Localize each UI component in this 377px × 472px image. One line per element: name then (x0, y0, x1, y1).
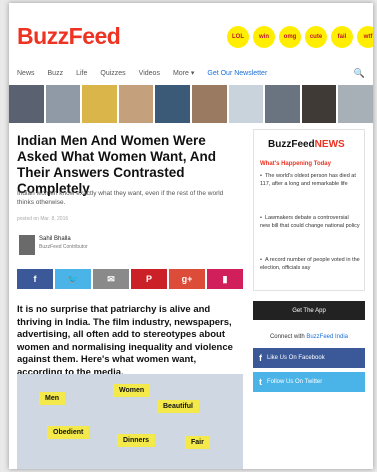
nav-quizzes[interactable]: Quizzes (100, 70, 125, 77)
reaction-badge[interactable]: win (253, 26, 275, 48)
reaction-badge[interactable]: omg (279, 26, 301, 48)
facebook-icon: f (259, 353, 262, 363)
pinterest-share-button[interactable]: P (131, 269, 167, 289)
email-share-button[interactable]: ✉ (93, 269, 129, 289)
author-role: BuzzFeed Contributor (39, 244, 88, 250)
photo-tag: Women (113, 384, 151, 397)
reaction-badges: LOLwinomgcutefailwtf✓ (227, 26, 373, 48)
photo-tag: Men (39, 392, 65, 405)
newsletter-link[interactable]: Get Our Newsletter (207, 70, 267, 77)
buzzfeed-news-logo[interactable]: BuzzFeedNEWS (268, 139, 345, 150)
trending-thumbnail-strip (9, 85, 373, 123)
share-bar: f 🐦 ✉ Pg+ ▮ (17, 269, 243, 289)
facebook-share-button[interactable]: f (17, 269, 53, 289)
post-date: posted on Mar. 8, 2016 (17, 216, 69, 222)
trending-thumbnail[interactable] (265, 85, 300, 123)
buzzfeed-logo[interactable]: BuzzFeed (17, 23, 121, 50)
reaction-badge[interactable]: cute (305, 26, 327, 48)
news-item[interactable]: Lawmakers debate a controversial new bil… (260, 215, 360, 230)
googleplus-share-button[interactable]: g+ (169, 269, 205, 289)
nav-videos[interactable]: Videos (139, 70, 160, 77)
news-box-label: What's Happening Today (260, 161, 331, 167)
trending-thumbnail[interactable] (9, 85, 44, 123)
facebook-button[interactable]: f Like Us On Facebook (253, 348, 365, 368)
nav-buzz[interactable]: Buzz (48, 70, 64, 77)
article-title: Indian Men And Women Were Asked What Wom… (17, 133, 216, 196)
connect-link[interactable]: BuzzFeed India (306, 334, 348, 340)
news-item[interactable]: A record number of people voted in the e… (260, 257, 360, 272)
reaction-badge[interactable]: LOL (227, 26, 249, 48)
photo-tag: Dinners (117, 434, 156, 447)
author-avatar[interactable] (19, 235, 35, 255)
trending-thumbnail[interactable] (45, 85, 81, 123)
nav-more[interactable]: More ▾ (173, 69, 194, 77)
photo-tag: Obedient (47, 426, 90, 439)
nav-news[interactable]: News (17, 70, 35, 77)
trending-thumbnail[interactable] (82, 85, 117, 123)
reaction-badge[interactable]: wtf (357, 26, 373, 48)
author-name[interactable]: Sahil Bhalla (39, 236, 71, 242)
news-item[interactable]: The world's oldest person has died at 11… (260, 173, 360, 188)
twitter-button[interactable]: t Follow Us On Twitter (253, 372, 365, 392)
article-body: It is no surprise that patriarchy is ali… (17, 304, 233, 378)
trending-thumbnail[interactable] (155, 85, 190, 123)
bookmark-button[interactable]: ▮ (207, 269, 243, 289)
article-photo: Men Women Beautiful Obedient Dinners Fai… (17, 374, 243, 469)
search-icon[interactable]: 🔍 (354, 68, 365, 79)
trending-thumbnail[interactable] (118, 85, 154, 123)
reaction-badge[interactable]: fail (331, 26, 353, 48)
trending-thumbnail[interactable] (301, 85, 337, 123)
trending-thumbnail[interactable] (338, 85, 373, 123)
get-app-button[interactable]: Get The App (253, 301, 365, 320)
photo-tag: Fair (185, 436, 210, 449)
nav-life[interactable]: Life (76, 70, 87, 77)
photo-tag: Beautiful (157, 400, 199, 413)
connect-text: Connect with BuzzFeed India (269, 334, 349, 340)
trending-thumbnail[interactable] (228, 85, 264, 123)
twitter-share-button[interactable]: 🐦 (55, 269, 91, 289)
trending-thumbnail[interactable] (191, 85, 227, 123)
page: BuzzFeed LOLwinomgcutefailwtf✓ News Buzz… (9, 3, 373, 469)
article-dek: Indian women know exactly what they want… (17, 190, 224, 206)
top-nav: News Buzz Life Quizzes Videos More ▾ Get… (17, 68, 365, 79)
news-box: BuzzFeedNEWS What's Happening Today The … (253, 129, 365, 291)
twitter-icon: t (259, 377, 262, 387)
sidebar: BuzzFeedNEWS What's Happening Today The … (253, 129, 365, 392)
